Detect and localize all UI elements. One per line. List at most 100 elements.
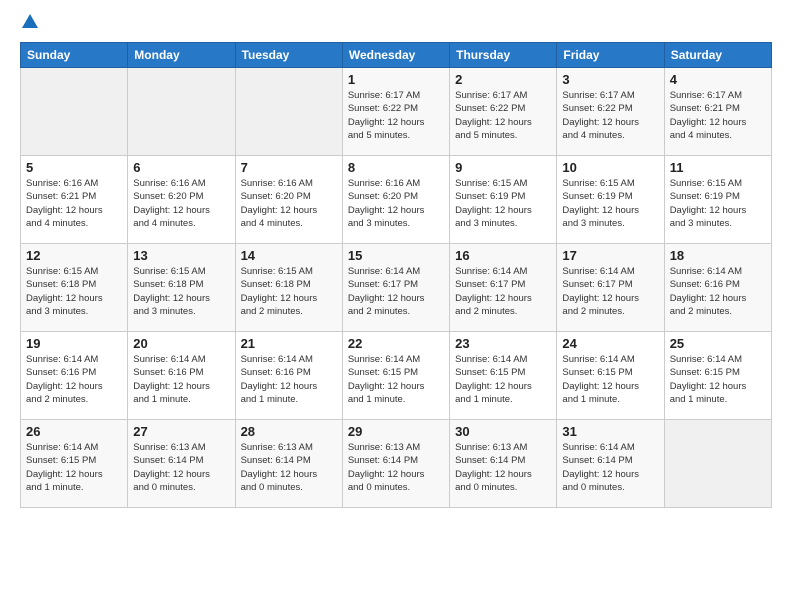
calendar-cell: 6 Sunrise: 6:16 AM Sunset: 6:20 PM Daylig…: [128, 156, 235, 244]
calendar-cell: 4Sunrise: 6:17 AM Sunset: 6:21 PM Daylig…: [664, 68, 771, 156]
calendar-cell: 18 Sunrise: 6:14 AM Sunset: 6:16 PM Dayli…: [664, 244, 771, 332]
calendar-cell: [21, 68, 128, 156]
calendar-cell: 27 Sunrise: 6:13 AM Sunset: 6:14 PM Dayli…: [128, 420, 235, 508]
day-number: 23: [455, 336, 551, 351]
day-info: Sunrise: 6:14 AM Sunset: 6:16 PM Dayligh…: [670, 265, 766, 318]
day-info: Sunrise: 6:14 AM Sunset: 6:15 PM Dayligh…: [670, 353, 766, 406]
calendar-cell: 30 Sunrise: 6:13 AM Sunset: 6:14 PM Dayli…: [450, 420, 557, 508]
day-number: 8: [348, 160, 444, 175]
calendar-cell: [664, 420, 771, 508]
day-number: 1: [348, 72, 444, 87]
day-number: 13: [133, 248, 229, 263]
calendar-cell: 1 Sunrise: 6:17 AM Sunset: 6:22 PM Daylig…: [342, 68, 449, 156]
calendar-cell: 3Sunrise: 6:17 AM Sunset: 6:22 PM Daylig…: [557, 68, 664, 156]
day-info: Sunrise: 6:16 AM Sunset: 6:21 PM Dayligh…: [26, 177, 122, 230]
calendar-cell: 15Sunrise: 6:14 AM Sunset: 6:17 PM Dayli…: [342, 244, 449, 332]
logo-icon: [22, 14, 38, 28]
day-number: 19: [26, 336, 122, 351]
day-number: 21: [241, 336, 337, 351]
calendar-week-row: 1 Sunrise: 6:17 AM Sunset: 6:22 PM Daylig…: [21, 68, 772, 156]
day-info: Sunrise: 6:14 AM Sunset: 6:16 PM Dayligh…: [241, 353, 337, 406]
calendar-cell: 19Sunrise: 6:14 AM Sunset: 6:16 PM Dayli…: [21, 332, 128, 420]
weekday-header-monday: Monday: [128, 43, 235, 68]
calendar-cell: 31 Sunrise: 6:14 AM Sunset: 6:14 PM Dayli…: [557, 420, 664, 508]
calendar-cell: 23 Sunrise: 6:14 AM Sunset: 6:15 PM Dayli…: [450, 332, 557, 420]
calendar-cell: 12Sunrise: 6:15 AM Sunset: 6:18 PM Dayli…: [21, 244, 128, 332]
day-number: 24: [562, 336, 658, 351]
calendar-cell: 9 Sunrise: 6:15 AM Sunset: 6:19 PM Daylig…: [450, 156, 557, 244]
day-info: Sunrise: 6:14 AM Sunset: 6:15 PM Dayligh…: [562, 353, 658, 406]
header: [20, 16, 772, 30]
calendar-cell: [235, 68, 342, 156]
page: SundayMondayTuesdayWednesdayThursdayFrid…: [0, 0, 792, 612]
day-number: 11: [670, 160, 766, 175]
calendar-week-row: 5 Sunrise: 6:16 AM Sunset: 6:21 PM Daylig…: [21, 156, 772, 244]
day-info: Sunrise: 6:15 AM Sunset: 6:18 PM Dayligh…: [133, 265, 229, 318]
day-info: Sunrise: 6:14 AM Sunset: 6:17 PM Dayligh…: [348, 265, 444, 318]
calendar-cell: 26 Sunrise: 6:14 AM Sunset: 6:15 PM Dayli…: [21, 420, 128, 508]
day-number: 29: [348, 424, 444, 439]
day-info: Sunrise: 6:17 AM Sunset: 6:22 PM Dayligh…: [455, 89, 551, 142]
day-number: 2: [455, 72, 551, 87]
weekday-header-friday: Friday: [557, 43, 664, 68]
calendar-cell: 10Sunrise: 6:15 AM Sunset: 6:19 PM Dayli…: [557, 156, 664, 244]
day-number: 16: [455, 248, 551, 263]
day-info: Sunrise: 6:15 AM Sunset: 6:18 PM Dayligh…: [241, 265, 337, 318]
calendar-week-row: 26 Sunrise: 6:14 AM Sunset: 6:15 PM Dayli…: [21, 420, 772, 508]
day-info: Sunrise: 6:14 AM Sunset: 6:15 PM Dayligh…: [26, 441, 122, 494]
logo: [20, 16, 38, 30]
day-info: Sunrise: 6:14 AM Sunset: 6:14 PM Dayligh…: [562, 441, 658, 494]
calendar-cell: 8 Sunrise: 6:16 AM Sunset: 6:20 PM Daylig…: [342, 156, 449, 244]
day-info: Sunrise: 6:13 AM Sunset: 6:14 PM Dayligh…: [241, 441, 337, 494]
calendar-cell: 11 Sunrise: 6:15 AM Sunset: 6:19 PM Dayli…: [664, 156, 771, 244]
calendar-cell: 20Sunrise: 6:14 AM Sunset: 6:16 PM Dayli…: [128, 332, 235, 420]
day-number: 5: [26, 160, 122, 175]
day-number: 26: [26, 424, 122, 439]
calendar-week-row: 12Sunrise: 6:15 AM Sunset: 6:18 PM Dayli…: [21, 244, 772, 332]
calendar-cell: 7Sunrise: 6:16 AM Sunset: 6:20 PM Daylig…: [235, 156, 342, 244]
weekday-header-sunday: Sunday: [21, 43, 128, 68]
day-number: 9: [455, 160, 551, 175]
day-info: Sunrise: 6:15 AM Sunset: 6:19 PM Dayligh…: [670, 177, 766, 230]
calendar-cell: 2 Sunrise: 6:17 AM Sunset: 6:22 PM Daylig…: [450, 68, 557, 156]
calendar-header: SundayMondayTuesdayWednesdayThursdayFrid…: [21, 43, 772, 68]
day-number: 4: [670, 72, 766, 87]
day-number: 14: [241, 248, 337, 263]
day-info: Sunrise: 6:17 AM Sunset: 6:22 PM Dayligh…: [348, 89, 444, 142]
day-number: 18: [670, 248, 766, 263]
calendar-cell: 29 Sunrise: 6:13 AM Sunset: 6:14 PM Dayli…: [342, 420, 449, 508]
day-number: 30: [455, 424, 551, 439]
calendar-cell: 17Sunrise: 6:14 AM Sunset: 6:17 PM Dayli…: [557, 244, 664, 332]
day-info: Sunrise: 6:16 AM Sunset: 6:20 PM Dayligh…: [348, 177, 444, 230]
day-info: Sunrise: 6:15 AM Sunset: 6:19 PM Dayligh…: [455, 177, 551, 230]
calendar-body: 1 Sunrise: 6:17 AM Sunset: 6:22 PM Daylig…: [21, 68, 772, 508]
calendar-cell: 22 Sunrise: 6:14 AM Sunset: 6:15 PM Dayli…: [342, 332, 449, 420]
day-number: 22: [348, 336, 444, 351]
day-number: 31: [562, 424, 658, 439]
day-info: Sunrise: 6:13 AM Sunset: 6:14 PM Dayligh…: [348, 441, 444, 494]
day-info: Sunrise: 6:15 AM Sunset: 6:18 PM Dayligh…: [26, 265, 122, 318]
day-info: Sunrise: 6:14 AM Sunset: 6:16 PM Dayligh…: [133, 353, 229, 406]
calendar-week-row: 19 Sunrise: 6:14 AM Sunset: 6:16 PM Dayli…: [21, 332, 772, 420]
day-info: Sunrise: 6:14 AM Sunset: 6:17 PM Dayligh…: [455, 265, 551, 318]
weekday-header-wednesday: Wednesday: [342, 43, 449, 68]
weekday-header-tuesday: Tuesday: [235, 43, 342, 68]
weekday-header-thursday: Thursday: [450, 43, 557, 68]
day-info: Sunrise: 6:13 AM Sunset: 6:14 PM Dayligh…: [455, 441, 551, 494]
calendar-cell: 14 Sunrise: 6:15 AM Sunset: 6:18 PM Dayli…: [235, 244, 342, 332]
day-number: 27: [133, 424, 229, 439]
calendar-cell: 16 Sunrise: 6:14 AM Sunset: 6:17 PM Dayli…: [450, 244, 557, 332]
calendar-cell: 21 Sunrise: 6:14 AM Sunset: 6:16 PM Dayli…: [235, 332, 342, 420]
day-number: 25: [670, 336, 766, 351]
day-info: Sunrise: 6:14 AM Sunset: 6:15 PM Dayligh…: [455, 353, 551, 406]
day-info: Sunrise: 6:14 AM Sunset: 6:15 PM Dayligh…: [348, 353, 444, 406]
day-info: Sunrise: 6:13 AM Sunset: 6:14 PM Dayligh…: [133, 441, 229, 494]
day-number: 17: [562, 248, 658, 263]
calendar-cell: 24 Sunrise: 6:14 AM Sunset: 6:15 PM Dayli…: [557, 332, 664, 420]
weekday-header-row: SundayMondayTuesdayWednesdayThursdayFrid…: [21, 43, 772, 68]
day-info: Sunrise: 6:16 AM Sunset: 6:20 PM Dayligh…: [133, 177, 229, 230]
day-info: Sunrise: 6:16 AM Sunset: 6:20 PM Dayligh…: [241, 177, 337, 230]
calendar-cell: 5 Sunrise: 6:16 AM Sunset: 6:21 PM Daylig…: [21, 156, 128, 244]
calendar-cell: [128, 68, 235, 156]
day-number: 6: [133, 160, 229, 175]
